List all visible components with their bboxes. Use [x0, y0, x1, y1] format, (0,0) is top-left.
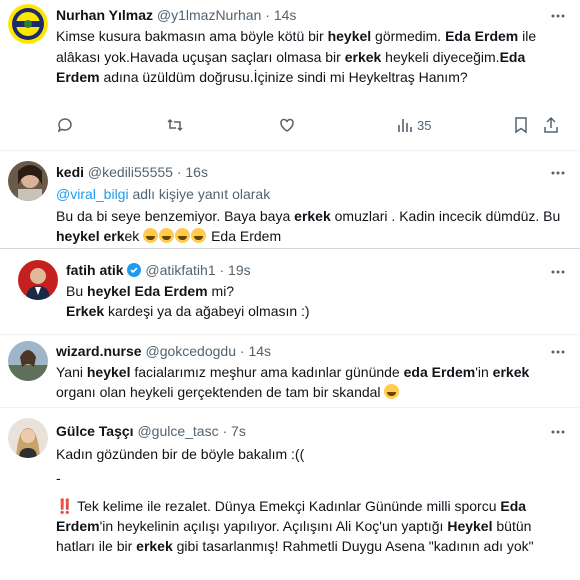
- reply-icon[interactable]: [56, 116, 74, 134]
- action-bar: 35: [56, 116, 560, 138]
- text-run: görmedim.: [371, 28, 446, 44]
- tweet-fatih-atik[interactable]: fatih atik @atikfatih1 · 19s Bu heykel E…: [0, 248, 580, 334]
- tweet-line-2: Erkek kardeşi ya da ağabeyi olmasın :): [66, 301, 564, 321]
- tweet-nurhan[interactable]: Nurhan Yılmaz @y1lmazNurhan · 14s Kimse …: [0, 0, 580, 150]
- author-name[interactable]: Nurhan Yılmaz: [56, 7, 153, 23]
- bookmark-icon[interactable]: [512, 116, 530, 134]
- tweet-text: Kadın gözünden bir de böyle bakalım :(( …: [56, 444, 564, 556]
- highlighted-keyword: erkek: [136, 538, 173, 554]
- tweet-text: Bu da bi seye benzemiyor. Baya baya erke…: [56, 206, 564, 246]
- tweet-text: Kimse kusura bakmasın ama böyle kötü bir…: [56, 26, 564, 88]
- tweet-text: Yani heykel facialarımız meşhur ama kadı…: [56, 362, 564, 402]
- highlighted-keyword: heykel: [56, 228, 100, 244]
- text-run: Tek kelime ile rezalet. Dünya Emekçi Kad…: [73, 498, 501, 514]
- author-name[interactable]: kedi: [56, 164, 84, 180]
- share-icon[interactable]: [542, 116, 560, 134]
- text-run: heykeli diyeceğim.: [381, 48, 500, 65]
- tweet-gulce[interactable]: Gülce Taşçı @gulce_tasc · 7s Kadın gözün…: [0, 408, 580, 580]
- tweet-text-main: Yani heykel facialarımız meşhur ama kadı…: [56, 364, 529, 400]
- tweet-text-main: Bu da bi seye benzemiyor. Baya baya erke…: [56, 208, 560, 244]
- timestamp[interactable]: · 19s: [220, 262, 251, 278]
- highlighted-keyword: heykel Eda Erdem: [87, 283, 208, 299]
- views-count: 35: [417, 117, 432, 133]
- text-run: mi?: [207, 283, 235, 299]
- author-handle[interactable]: @atikfatih1: [145, 262, 215, 278]
- author-name[interactable]: Gülce Taşçı: [56, 423, 134, 439]
- avatar-gulce[interactable]: [8, 418, 48, 458]
- tweet-text-main: Tek kelime ile rezalet. Dünya Emekçi Kad…: [56, 498, 534, 554]
- author-name[interactable]: wizard.nurse: [56, 343, 142, 359]
- text-run: Yani: [56, 364, 87, 380]
- timestamp[interactable]: · 7s: [223, 423, 246, 439]
- reply-to-mention[interactable]: @viral_bilgi: [56, 186, 129, 202]
- highlighted-keyword: heykel: [86, 364, 131, 380]
- text-run: gibi tasarlanmış! Rahmetli Duygu Asena "…: [172, 538, 534, 554]
- avatar-fenerbahce-logo[interactable]: [8, 4, 48, 44]
- highlighted-keyword: Heykel: [447, 518, 493, 534]
- more-options-icon[interactable]: [550, 424, 566, 440]
- highlighted-keyword: erkek: [294, 208, 331, 224]
- timestamp[interactable]: · 16s: [177, 164, 208, 180]
- text-run: adına üzüldüm doğrusu.İçinize sindi mi H…: [99, 69, 468, 85]
- reply-to-label: adlı kişiye yanıt olarak: [128, 186, 271, 202]
- text-run: Kimse kusura bakmasın ama böyle kötü bir: [56, 28, 328, 44]
- more-options-icon[interactable]: [550, 264, 566, 280]
- more-options-icon[interactable]: [550, 165, 566, 181]
- text-run: ek: [124, 228, 144, 244]
- highlighted-keyword: Erkek: [66, 303, 105, 319]
- tweet-text-tail: Eda Erdem: [207, 228, 282, 244]
- tweet-line-1: Bu heykel Eda Erdem mi?: [66, 281, 564, 301]
- highlighted-keyword: erkek: [492, 364, 530, 380]
- highlighted-keyword: eda Erdem: [403, 364, 476, 380]
- text-run: 'in: [475, 364, 493, 380]
- timestamp[interactable]: · 14s: [240, 343, 271, 359]
- thread-line: [0, 248, 580, 249]
- more-options-icon[interactable]: [550, 8, 566, 24]
- tweet-wizard-nurse[interactable]: wizard.nurse @gokcedogdu · 14s Yani heyk…: [0, 335, 580, 407]
- more-options-icon[interactable]: [550, 344, 566, 360]
- views-stat[interactable]: 35: [396, 116, 431, 134]
- double-exclamation-emoji: ‼️: [56, 498, 74, 514]
- author-handle[interactable]: @gokcedogdu: [145, 343, 236, 359]
- avatar-wizard-nurse[interactable]: [8, 341, 48, 381]
- highlighted-keyword: Eda Erdem: [445, 28, 519, 44]
- highlighted-keyword: heykel: [327, 28, 372, 44]
- text-run: kardeşi ya da ağabeyi olmasın :): [104, 303, 310, 319]
- tweet-line-1: Kadın gözünden bir de böyle bakalım :((: [56, 446, 305, 462]
- text-run: organı olan heykeli gerçektenden de tam …: [56, 384, 385, 400]
- avatar-kedi[interactable]: [8, 161, 48, 201]
- relieved-face-emoji: [384, 384, 400, 399]
- verified-badge-icon: [127, 263, 142, 277]
- author-handle[interactable]: @gulce_tasc: [137, 423, 218, 439]
- text-run: facialarımız meşhur ama kadınlar gününde: [130, 364, 404, 380]
- views-icon: [398, 119, 412, 132]
- text-run: omuzlari . Kadin incecik dümdüz. Bu: [330, 208, 561, 224]
- tweet-kedi[interactable]: kedi @kedili55555 · 16s @viral_bilgi adl…: [0, 151, 580, 248]
- timestamp[interactable]: · 14s: [265, 7, 296, 23]
- like-icon[interactable]: [278, 116, 296, 134]
- text-run: Bu da bi seye benzemiyor. Baya baya: [56, 208, 295, 224]
- highlighted-keyword: erk: [103, 228, 125, 244]
- author-handle[interactable]: @y1lmazNurhan: [157, 7, 261, 23]
- reply-context: @viral_bilgi adlı kişiye yanıt olarak: [56, 184, 564, 204]
- retweet-icon[interactable]: [166, 116, 184, 134]
- author-handle[interactable]: @kedili55555: [88, 164, 173, 180]
- avatar-fatih-atik[interactable]: [18, 260, 58, 300]
- tweet-text: Bu heykel Eda Erdem mi? Erkek kardeşi ya…: [66, 281, 564, 321]
- text-run: Bu: [66, 283, 88, 299]
- author-name[interactable]: fatih atik: [66, 262, 124, 278]
- tweet-line-2: -: [56, 470, 61, 486]
- highlighted-keyword: erkek: [344, 48, 382, 65]
- tears-of-joy-emoji-group: [143, 228, 207, 244]
- text-run: 'in heykelinin açılışı yapılıyor. Açılış…: [99, 518, 448, 534]
- tweet-paragraph: ‼️ Tek kelime ile rezalet. Dünya Emekçi …: [56, 496, 564, 556]
